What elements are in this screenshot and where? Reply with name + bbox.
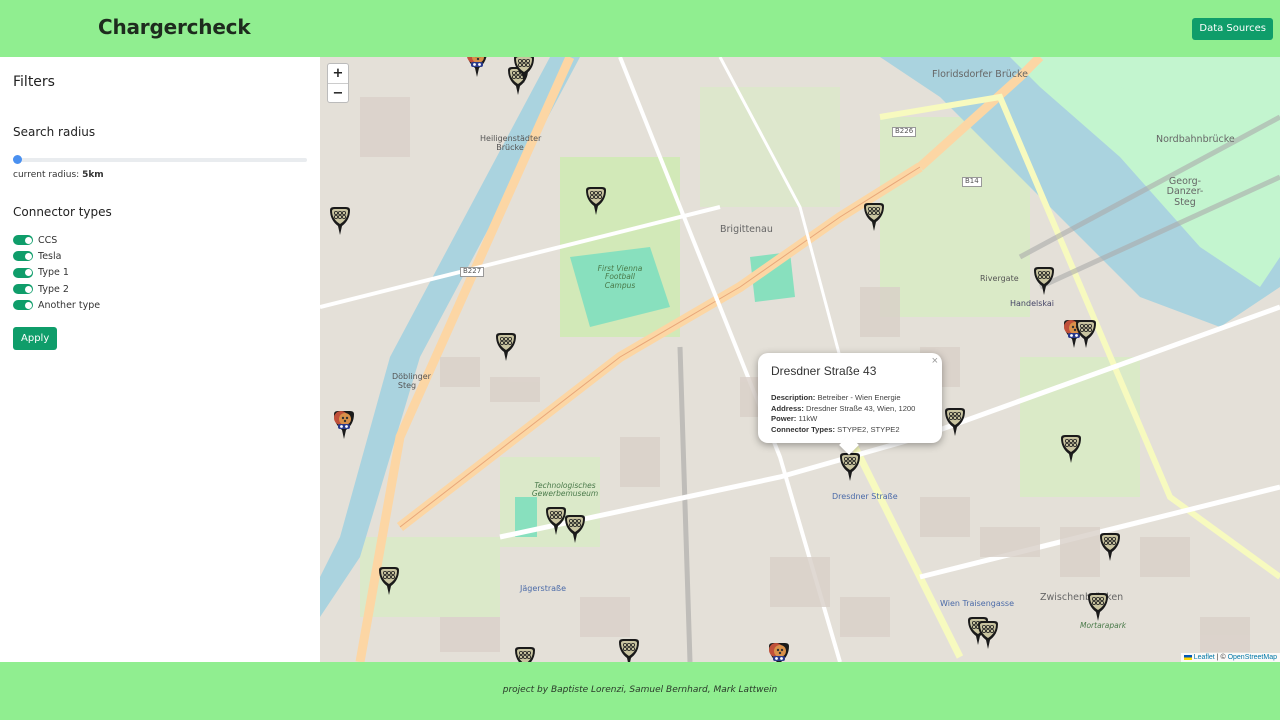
leaflet-link[interactable]: Leaflet	[1194, 654, 1215, 661]
map-label-wien-traisengasse: Wien Traisengasse	[940, 599, 1015, 608]
map-label-handelskai: Handelskai	[1010, 299, 1054, 308]
field-label: Power:	[771, 414, 797, 423]
connector-types-title: Connector types	[13, 205, 112, 219]
attribution-separator: | ©	[1216, 654, 1226, 661]
map-view[interactable]: Floridsdorfer Brücke Nordbahnbrücke Geor…	[320, 57, 1280, 662]
charger-marker-icon[interactable]	[377, 566, 401, 596]
field-label: Description:	[771, 393, 816, 402]
popup-body: Description: Betreiber - Wien Energie Ad…	[771, 393, 915, 435]
search-radius-title: Search radius	[13, 125, 96, 139]
footer: project by Baptiste Lorenzi, Samuel Bern…	[0, 662, 1280, 720]
map-label-jaegerstrasse: Jägerstraße	[520, 584, 567, 593]
map-label-rivergate: Rivergate	[980, 274, 1019, 283]
map-label-brigittenau: Brigittenau	[720, 224, 773, 235]
current-radius-label: current radius:	[13, 170, 80, 180]
header: Chargercheck Data Sources	[0, 0, 1280, 57]
map-label-b226: B226	[892, 127, 917, 137]
charger-marker-icon[interactable]	[512, 57, 536, 84]
connector-toggle-type1[interactable]: Type 1	[13, 265, 100, 281]
connector-label: Tesla	[38, 250, 62, 262]
multi-charger-marker-icon[interactable]	[332, 410, 356, 440]
apply-button[interactable]: Apply	[13, 327, 58, 350]
charger-marker-icon[interactable]	[1074, 319, 1098, 349]
field-value: 11kW	[798, 414, 818, 423]
charger-marker-icon[interactable]	[976, 620, 1000, 650]
connector-label: Type 1	[38, 267, 69, 279]
popup-field-address: Address: Dresdner Straße 43, Wien, 1200	[771, 404, 915, 415]
map-label-floridsdorfer-bruecke: Floridsdorfer Brücke	[932, 69, 1028, 80]
multi-charger-marker-icon[interactable]	[465, 57, 489, 78]
app-title[interactable]: Chargercheck	[98, 15, 251, 39]
filters-title: Filters	[13, 74, 55, 90]
charger-marker-icon[interactable]	[1098, 532, 1122, 562]
zoom-out-button[interactable]: −	[328, 83, 348, 102]
field-label: Connector Types:	[771, 424, 835, 434]
map-label-b14: B14	[962, 177, 982, 187]
map-label-georg-danzer-steg: Georg-Danzer-Steg	[1166, 176, 1204, 208]
charger-marker-icon[interactable]	[862, 202, 886, 232]
toggle-switch[interactable]	[13, 284, 33, 295]
field-value: Dresdner Straße 43, Wien, 1200	[806, 403, 916, 413]
popup-title: Dresdner Straße 43	[771, 364, 877, 378]
openstreetmap-link[interactable]: OpenStreetMap	[1228, 654, 1277, 661]
popup-field-description: Description: Betreiber - Wien Energie	[771, 393, 915, 404]
field-value: Betreiber - Wien Energie	[817, 393, 901, 402]
zoom-control: + −	[327, 63, 349, 103]
popup-field-power: Power: 11kW	[771, 414, 915, 425]
charger-marker-icon[interactable]	[1032, 266, 1056, 296]
current-radius-value: 5km	[82, 170, 104, 180]
slider-thumb[interactable]	[13, 155, 22, 164]
field-value: STYPE2, STYPE2	[837, 424, 900, 434]
ukraine-flag-icon	[1183, 654, 1192, 660]
charger-marker-icon[interactable]	[328, 206, 352, 236]
map-label-heiligenstaedter-bruecke: Heiligenstädter Brücke	[480, 134, 542, 152]
map-label-zwischenbruecken: Zwischenbrücken	[1040, 592, 1124, 603]
connector-toggle-another-type[interactable]: Another type	[13, 297, 100, 313]
popup-close-button[interactable]: ×	[932, 355, 938, 367]
map-label-b227: B227	[460, 267, 485, 277]
data-sources-button[interactable]: Data Sources	[1192, 18, 1273, 40]
charger-marker-icon[interactable]	[494, 332, 518, 362]
toggle-switch[interactable]	[13, 235, 33, 246]
toggle-switch[interactable]	[13, 251, 33, 262]
current-radius-text: current radius: 5km	[13, 170, 104, 180]
connector-types-list: CCS Tesla Type 1 Type 2 Another type	[13, 232, 100, 313]
connector-label: Type 2	[38, 283, 69, 295]
charger-marker-icon[interactable]	[563, 514, 587, 544]
charger-marker-icon[interactable]	[838, 452, 862, 482]
charger-marker-icon[interactable]	[1059, 434, 1083, 464]
footer-credits: project by Baptiste Lorenzi, Samuel Bern…	[502, 685, 778, 695]
zoom-in-button[interactable]: +	[328, 64, 348, 83]
charger-marker-icon[interactable]	[1086, 592, 1110, 622]
map-label-doeblinger-steg: Döblinger Steg	[392, 372, 431, 390]
map-attribution: Leaflet | © OpenStreetMap	[1180, 653, 1280, 662]
charger-popup: × Dresdner Straße 43 Description: Betrei…	[758, 353, 942, 443]
charger-marker-icon[interactable]	[513, 646, 537, 662]
multi-charger-marker-icon[interactable]	[767, 642, 791, 662]
connector-label: Another type	[38, 299, 101, 311]
slider-track[interactable]	[13, 158, 307, 162]
connector-toggle-ccs[interactable]: CCS	[13, 232, 100, 248]
charger-marker-icon[interactable]	[584, 186, 608, 216]
charger-marker-icon[interactable]	[617, 638, 641, 662]
connector-toggle-type2[interactable]: Type 2	[13, 281, 100, 297]
connector-label: CCS	[38, 234, 58, 246]
toggle-switch[interactable]	[13, 267, 33, 278]
map-label-first-vienna-campus: First Vienna Football Campus	[597, 264, 643, 290]
map-label-technologisches-gewerbemuseum: Technologisches Gewerbemuseum	[531, 481, 599, 499]
toggle-switch[interactable]	[13, 300, 33, 311]
popup-field-connector-types: Connector Types: STYPE2, STYPE2	[771, 425, 915, 436]
filters-sidebar: Filters Search radius current radius: 5k…	[0, 57, 320, 662]
search-radius-slider[interactable]	[13, 155, 307, 165]
map-label-dresdner-strasse: Dresdner Straße	[832, 492, 898, 501]
map-label-mortarapark: Mortarapark	[1080, 621, 1127, 630]
charger-marker-icon[interactable]	[943, 407, 967, 437]
map-label-nordbahnbruecke: Nordbahnbrücke	[1156, 134, 1235, 145]
field-label: Address:	[771, 403, 804, 413]
connector-toggle-tesla[interactable]: Tesla	[13, 248, 100, 264]
